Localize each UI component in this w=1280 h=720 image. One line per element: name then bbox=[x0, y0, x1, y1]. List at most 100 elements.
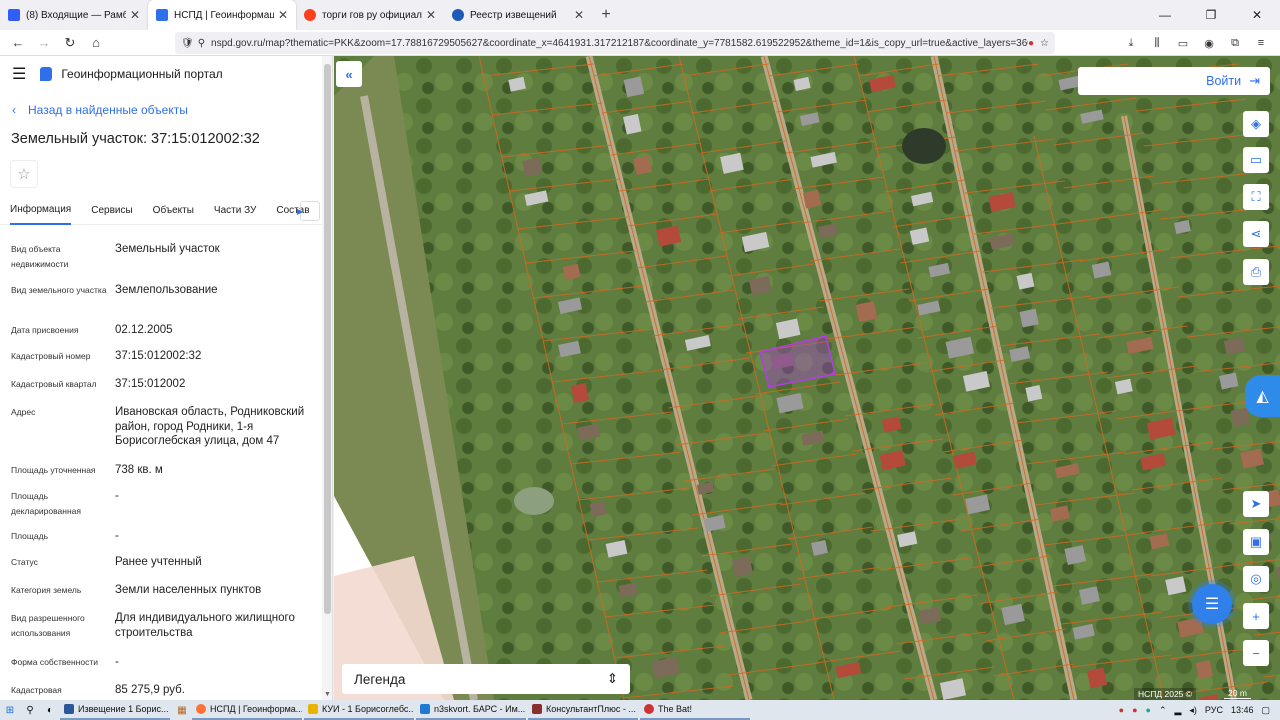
scrollbar-thumb[interactable] bbox=[324, 64, 331, 614]
layers-button[interactable]: ◈ bbox=[1243, 111, 1269, 137]
notification-icon[interactable]: ▢ bbox=[1261, 705, 1270, 716]
network-icon[interactable]: ▂ bbox=[1174, 705, 1181, 716]
os-taskbar: ⊞ ⚲ ◐ Извещение 1 Борис... ▦ НСПД | Геои… bbox=[0, 700, 1280, 720]
system-tray: ● ● ● ⌃ ▂ ◂) РУС 13:46 ▢ bbox=[1119, 700, 1270, 720]
windows-start-icon[interactable]: ⊞ bbox=[0, 700, 20, 720]
my-location-button[interactable]: ➤ bbox=[1243, 491, 1269, 517]
restore-icon[interactable]: ❐ bbox=[1188, 0, 1234, 30]
tray-app-icon[interactable]: ● bbox=[1119, 705, 1124, 715]
close-icon[interactable]: ✕ bbox=[130, 8, 140, 22]
close-icon[interactable]: ✕ bbox=[278, 8, 288, 22]
minimap-button[interactable]: ▣ bbox=[1243, 529, 1269, 555]
print-icon: ⎙ bbox=[1250, 264, 1262, 279]
zoom-in-button[interactable]: + bbox=[1243, 603, 1269, 629]
favorite-star-button[interactable]: ☆ bbox=[10, 160, 38, 188]
map-view[interactable]: « Войти ⇥ ◈ ▭ ⛶ ⋖ ⎙ ◭ ➤ ▣ ◎ ☰ + − Легенда… bbox=[334, 56, 1280, 700]
menu-icon[interactable]: ≡ bbox=[1250, 32, 1272, 54]
chat-button[interactable]: ☰ bbox=[1192, 584, 1232, 624]
satellite-map[interactable] bbox=[334, 56, 1280, 700]
close-window-icon[interactable]: ✕ bbox=[1234, 0, 1280, 30]
taskbar-app[interactable]: КУИ - 1 Борисоглебс... bbox=[304, 700, 414, 720]
shield-icon: 🛡 bbox=[181, 37, 194, 49]
tray-chevron-icon[interactable]: ⌃ bbox=[1159, 705, 1167, 716]
area-select-button[interactable]: ⛶ bbox=[1243, 184, 1269, 210]
download-icon[interactable]: ⤓ bbox=[1120, 32, 1142, 54]
portal-title: Геоинформационный портал bbox=[61, 67, 223, 81]
taskbar-app[interactable]: n3skvort. БАРС - Им... bbox=[416, 700, 526, 720]
plus-icon: + bbox=[1252, 608, 1260, 624]
page-info-icon[interactable]: ⚲ bbox=[198, 38, 205, 49]
firefox-icon bbox=[196, 704, 206, 714]
tab-info[interactable]: Информация bbox=[10, 197, 72, 225]
tabs-scroll-right-button[interactable]: ▶ bbox=[297, 201, 320, 221]
consultant-icon bbox=[532, 704, 542, 714]
double-chevron-left-icon: « bbox=[345, 66, 353, 82]
widget-icon[interactable]: ◐ bbox=[40, 700, 60, 720]
tab-services[interactable]: Сервисы bbox=[91, 197, 132, 225]
language-indicator[interactable]: РУС bbox=[1205, 705, 1223, 715]
portal-header: ☰ Геоинформационный портал bbox=[0, 56, 332, 92]
search-icon[interactable]: ⚲ bbox=[20, 700, 40, 720]
tab-parts[interactable]: Части ЗУ bbox=[214, 197, 256, 225]
volume-icon[interactable]: ◂) bbox=[1189, 705, 1197, 716]
assistant-icon: ◭ bbox=[1256, 388, 1269, 405]
geolocation-button[interactable]: ◎ bbox=[1243, 566, 1269, 592]
panel-scrollbar[interactable]: ▼ bbox=[322, 56, 332, 700]
map-copyright: НСПД 2025 © bbox=[1134, 688, 1197, 700]
app-icon[interactable]: ▦ bbox=[172, 700, 192, 720]
taskbar-app[interactable]: НСПД | Геоинформа... bbox=[192, 700, 302, 720]
chevron-left-icon: ‹ bbox=[12, 103, 16, 117]
registry-icon bbox=[452, 9, 464, 21]
clock[interactable]: 13:46 bbox=[1231, 705, 1254, 715]
close-icon[interactable]: ✕ bbox=[574, 8, 584, 22]
ruler-icon: ▭ bbox=[1249, 152, 1263, 167]
print-button[interactable]: ⎙ bbox=[1243, 259, 1269, 285]
home-icon[interactable]: ⌂ bbox=[84, 31, 108, 55]
hamburger-menu-icon[interactable]: ☰ bbox=[12, 64, 26, 84]
share-button[interactable]: ⋖ bbox=[1243, 221, 1269, 247]
taskbar-app[interactable]: КонсультантПлюс - ... bbox=[528, 700, 638, 720]
close-icon[interactable]: ✕ bbox=[426, 8, 436, 22]
tab-objects[interactable]: Объекты bbox=[153, 197, 194, 225]
taskbar-app[interactable]: Извещение 1 Борис... bbox=[60, 700, 170, 720]
library-icon[interactable]: ⫼ bbox=[1146, 32, 1168, 54]
page-title: Земельный участок: 37:15:012002:32 bbox=[11, 131, 260, 147]
account-icon[interactable]: ◉ bbox=[1198, 32, 1220, 54]
login-icon: ⇥ bbox=[1249, 73, 1260, 88]
sidebar-icon[interactable]: ▭ bbox=[1172, 32, 1194, 54]
bars-icon bbox=[420, 704, 430, 714]
minimize-icon[interactable]: — bbox=[1142, 0, 1188, 30]
new-tab-button[interactable]: + bbox=[592, 0, 620, 30]
minus-icon: − bbox=[1252, 645, 1260, 661]
back-arrow-icon[interactable]: ← bbox=[6, 31, 30, 55]
scroll-down-icon[interactable]: ▼ bbox=[324, 691, 331, 698]
minimap-icon: ▣ bbox=[1249, 534, 1263, 549]
layers-icon: ◈ bbox=[1251, 116, 1261, 131]
location-pin-icon: ◎ bbox=[1250, 571, 1262, 586]
info-panel: ☰ Геоинформационный портал ‹ Назад в най… bbox=[0, 56, 333, 700]
assistant-widget[interactable]: ◭ bbox=[1245, 375, 1280, 417]
reload-icon[interactable]: ↻ bbox=[58, 31, 82, 55]
extensions-icon[interactable]: ⧉ bbox=[1224, 32, 1246, 54]
login-button[interactable]: Войти ⇥ bbox=[1078, 67, 1270, 95]
extension-icon[interactable]: ● bbox=[1028, 38, 1034, 49]
tray-app-icon[interactable]: ● bbox=[1132, 705, 1137, 715]
thebat-icon bbox=[644, 704, 654, 714]
browser-tab-active[interactable]: НСПД | Геоинформационный✕ bbox=[148, 0, 296, 30]
portal-logo-icon bbox=[40, 67, 53, 81]
zoom-out-button[interactable]: − bbox=[1243, 640, 1269, 666]
address-bar[interactable]: 🛡 ⚲ nspd.gov.ru/map?thematic=PKK&zoom=17… bbox=[175, 32, 1055, 54]
yandex-icon bbox=[304, 9, 316, 21]
measure-button[interactable]: ▭ bbox=[1243, 147, 1269, 173]
select-area-icon: ⛶ bbox=[1251, 189, 1261, 204]
forward-arrow-icon[interactable]: → bbox=[32, 31, 56, 55]
tray-app-icon[interactable]: ● bbox=[1146, 705, 1151, 715]
bookmark-star-icon[interactable]: ☆ bbox=[1040, 38, 1049, 49]
browser-tab[interactable]: Реестр извещений ✕ bbox=[444, 0, 592, 30]
legend-dropdown[interactable]: Легенда ⇕ bbox=[342, 664, 630, 694]
browser-tab[interactable]: торги гов ру официальный са✕ bbox=[296, 0, 444, 30]
back-to-results-link[interactable]: ‹ Назад в найденные объекты bbox=[0, 100, 332, 120]
taskbar-app[interactable]: The Bat! bbox=[640, 700, 750, 720]
browser-tab[interactable]: (8) Входящие — Рамблер/почта✕ bbox=[0, 0, 148, 30]
collapse-panel-button[interactable]: « bbox=[336, 61, 362, 87]
